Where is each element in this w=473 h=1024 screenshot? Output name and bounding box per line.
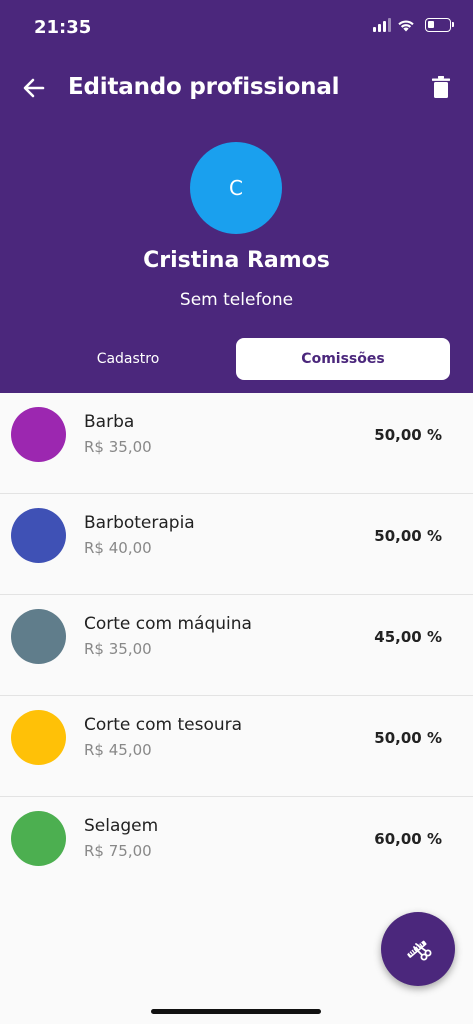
service-color-dot bbox=[11, 407, 66, 462]
service-name: Barboterapia bbox=[84, 513, 195, 533]
header: 21:35 Editando profissional C Cristina R… bbox=[0, 0, 473, 393]
service-commission: 45,00 % bbox=[374, 628, 442, 646]
profile-name: Cristina Ramos bbox=[143, 248, 330, 273]
list-item[interactable]: Barba R$ 35,00 50,00 % bbox=[0, 393, 473, 494]
trash-icon bbox=[432, 76, 450, 98]
avatar[interactable]: C bbox=[190, 142, 282, 234]
cellular-signal-icon bbox=[373, 18, 391, 32]
screen: 21:35 Editando profissional C Cristina R… bbox=[0, 0, 473, 1024]
service-commission: 50,00 % bbox=[374, 527, 442, 545]
services-list: Barba R$ 35,00 50,00 % Barboterapia R$ 4… bbox=[0, 393, 473, 898]
list-item[interactable]: Corte com tesoura R$ 45,00 50,00 % bbox=[0, 696, 473, 797]
service-commission: 50,00 % bbox=[374, 426, 442, 444]
profile-phone: Sem telefone bbox=[179, 290, 294, 310]
tab-label: Cadastro bbox=[96, 351, 160, 367]
service-price: R$ 35,00 bbox=[84, 640, 152, 658]
list-item[interactable]: Barboterapia R$ 40,00 50,00 % bbox=[0, 494, 473, 595]
service-color-dot bbox=[11, 508, 66, 563]
service-price: R$ 45,00 bbox=[84, 741, 152, 759]
battery-icon bbox=[425, 18, 454, 32]
tab-label: Comissões bbox=[301, 351, 385, 367]
wifi-icon bbox=[398, 20, 414, 32]
service-price: R$ 40,00 bbox=[84, 539, 152, 557]
tab-cadastro[interactable]: Cadastro bbox=[22, 338, 234, 380]
back-button[interactable] bbox=[18, 72, 50, 104]
list-item[interactable]: Selagem R$ 75,00 60,00 % bbox=[0, 797, 473, 898]
status-bar: 21:35 bbox=[0, 0, 473, 56]
service-price: R$ 75,00 bbox=[84, 842, 152, 860]
service-price: R$ 35,00 bbox=[84, 438, 152, 456]
delete-button[interactable] bbox=[425, 72, 457, 104]
tab-comissoes[interactable]: Comissões bbox=[236, 338, 450, 380]
avatar-initial: C bbox=[229, 176, 243, 200]
status-time: 21:35 bbox=[34, 17, 92, 38]
page-title: Editando profissional bbox=[68, 74, 340, 100]
service-commission: 50,00 % bbox=[374, 729, 442, 747]
service-name: Corte com máquina bbox=[84, 614, 252, 634]
service-name: Selagem bbox=[84, 816, 159, 836]
add-commission-fab[interactable] bbox=[381, 912, 455, 986]
service-color-dot bbox=[11, 811, 66, 866]
arrow-left-icon bbox=[23, 78, 45, 98]
service-name: Corte com tesoura bbox=[84, 715, 243, 735]
service-commission: 60,00 % bbox=[374, 830, 442, 848]
home-indicator bbox=[151, 1009, 321, 1014]
service-name: Barba bbox=[84, 412, 135, 432]
status-icons bbox=[373, 18, 454, 32]
appbar: Editando profissional bbox=[0, 60, 473, 116]
service-color-dot bbox=[11, 710, 66, 765]
list-item[interactable]: Corte com máquina R$ 35,00 45,00 % bbox=[0, 595, 473, 696]
scissors-comb-icon bbox=[407, 940, 432, 961]
service-color-dot bbox=[11, 609, 66, 664]
